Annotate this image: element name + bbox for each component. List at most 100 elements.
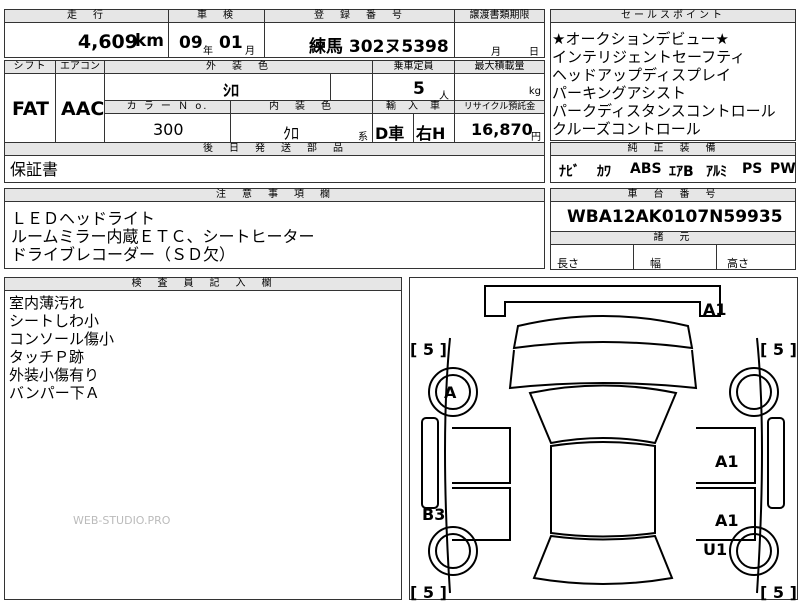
transfer-month: 月	[491, 47, 501, 58]
color-no-cell: 300	[104, 113, 231, 143]
load-cell: kg	[454, 73, 545, 101]
interior-color-header: 内 装 色	[230, 100, 373, 114]
notes-cell: ＬＥＤヘッドライト ルームミラー内蔵ＥＴＣ、シートヒーター ドライブレコーダー（…	[4, 201, 545, 269]
damage-code-front: A1	[703, 300, 727, 319]
ac-value: AAC	[61, 98, 105, 120]
inspector-line: 室内薄汚れ	[9, 294, 85, 312]
car-diagram: A1 A A1 A1 U1 B3 [ 5 ] [ 5 ] [ 5 ] [ 5 ]	[409, 277, 798, 602]
inspection-cell: 09 年 01 月	[168, 22, 265, 58]
transfer-day: 日	[529, 47, 539, 58]
inspector-line: シートしわ小	[9, 312, 100, 330]
exterior-color-cell: ｼﾛ	[104, 73, 331, 101]
mileage-unit: km	[134, 31, 164, 51]
steering-value: 右H	[416, 124, 446, 143]
capacity-cell: 5 人	[372, 73, 455, 102]
ac-header: エアコン	[55, 60, 105, 74]
notes-line: ドライブレコーダー（ＳＤ欠）	[11, 245, 236, 264]
selling-line: インテリジェントセーフティ	[552, 48, 746, 66]
transfer-cell: 月 日	[454, 22, 545, 58]
inspector-cell: 室内薄汚れ シートしわ小 コンソール傷小 タッチＰ跡 外装小傷有り バンパー下Ａ…	[4, 290, 402, 600]
equipment-item: PS	[742, 161, 763, 177]
exterior-color-header: 外 装 色	[104, 60, 373, 74]
equipment-cell: ﾅﾋﾞ ｶﾜ ABS ｴｱB ｱﾙﾐ PS PW	[550, 155, 796, 183]
height-label: 高さ	[727, 257, 749, 270]
tread-front-right: [ 5 ]	[760, 340, 797, 359]
equipment-item: PW	[770, 161, 796, 177]
inspector-line: コンソール傷小	[9, 330, 115, 348]
transfer-header: 譲渡書類期限	[454, 9, 545, 23]
capacity-header: 乗車定員	[372, 60, 455, 74]
shift-header: シフト	[4, 60, 56, 74]
recycle-unit: 円	[531, 132, 541, 143]
registration-number: 練馬 302ヌ5398	[309, 37, 449, 57]
inspector-line: バンパー下Ａ	[9, 384, 100, 402]
inspection-year: 09	[179, 33, 203, 53]
selling-line: パーキングアシスト	[552, 84, 686, 102]
steering-cell: 右H	[413, 113, 455, 143]
selling-header: セールスポイント	[550, 9, 796, 23]
selling-line: クルーズコントロール	[552, 120, 701, 138]
load-header: 最大積載量	[454, 60, 545, 74]
load-unit: kg	[528, 86, 541, 97]
interior-suffix: 系	[358, 132, 368, 143]
vin-header: 車 台 番 号	[550, 188, 796, 202]
inspection-month: 01	[219, 33, 243, 53]
import-header: 輸 入 車	[372, 100, 455, 114]
tread-rear-left: [ 5 ]	[410, 583, 447, 602]
month-unit: 月	[245, 46, 255, 57]
inspector-header: 検 査 員 記 入 欄	[4, 277, 402, 291]
notes-line: ＬＥＤヘッドライト	[11, 209, 156, 228]
parts-cell: 保証書	[4, 155, 545, 183]
width-cell: 幅	[633, 244, 717, 270]
watermark: WEB-STUDIO.PRO	[73, 514, 171, 527]
specs-header: 諸 元	[550, 231, 796, 245]
ac-cell: AAC	[55, 73, 105, 143]
interior-color-value: ｸﾛ	[283, 124, 300, 143]
import-type: D車	[375, 124, 405, 143]
vin-value: WBA12AK0107N59935	[567, 207, 783, 227]
equipment-item: ABS	[630, 161, 662, 177]
notes-header: 注 意 事 項 欄	[4, 188, 545, 202]
recycle-cell: 16,870 円	[454, 113, 545, 143]
year-unit: 年	[203, 46, 213, 57]
height-cell: 高さ	[716, 244, 796, 270]
length-cell: 長さ	[550, 244, 634, 270]
inspection-header: 車 検	[168, 9, 265, 23]
equipment-item: ｶﾜ	[597, 164, 611, 180]
selling-line: パークディスタンスコントロール	[552, 102, 776, 120]
equipment-item: ｱﾙﾐ	[706, 164, 727, 180]
vin-cell: WBA12AK0107N59935	[550, 201, 796, 232]
shift-cell: FAT	[4, 73, 56, 143]
damage-code-left-rear: B3	[422, 505, 446, 524]
tread-rear-right: [ 5 ]	[760, 583, 797, 602]
color-no-header: カ ラ ー Ｎ o.	[104, 100, 231, 114]
equipment-header: 純 正 装 備	[550, 142, 796, 156]
registration-header: 登 録 番 号	[264, 9, 455, 23]
tread-front-left: [ 5 ]	[410, 340, 447, 359]
damage-code-right-rear-tire: U1	[703, 540, 728, 559]
mileage-value: 4,609	[77, 31, 138, 53]
interior-color-cell: ｸﾛ 系	[230, 113, 373, 143]
parts-value: 保証書	[10, 160, 59, 179]
car-outline	[421, 285, 785, 594]
selling-line: ヘッドアップディスプレイ	[552, 66, 731, 84]
mileage-header: 走 行	[4, 9, 169, 23]
length-label: 長さ	[557, 257, 579, 270]
mileage-cell: 4,609 km	[4, 22, 169, 58]
recycle-header: リサイクル預託金	[454, 100, 545, 114]
inspector-line: タッチＰ跡	[9, 348, 85, 366]
equipment-item: ﾅﾋﾞ	[559, 164, 580, 180]
recycle-fee: 16,870	[471, 120, 533, 139]
equipment-item: ｴｱB	[669, 164, 694, 180]
width-label: 幅	[650, 257, 661, 270]
selling-cell: ★オークションデビュー★ インテリジェントセーフティ ヘッドアップディスプレイ …	[550, 22, 796, 141]
color-no-value: 300	[153, 120, 184, 139]
shift-value: FAT	[12, 98, 49, 120]
damage-code-right-front-door: A1	[715, 452, 739, 471]
capacity-value: 5	[413, 79, 425, 99]
damage-code-right-rear-door: A1	[715, 511, 739, 530]
selling-line: ★オークションデビュー★	[552, 30, 729, 48]
notes-line: ルームミラー内蔵ＥＴＣ、シートヒーター	[11, 227, 315, 246]
import-type-cell: D車	[372, 113, 414, 143]
inspector-line: 外装小傷有り	[9, 366, 100, 384]
